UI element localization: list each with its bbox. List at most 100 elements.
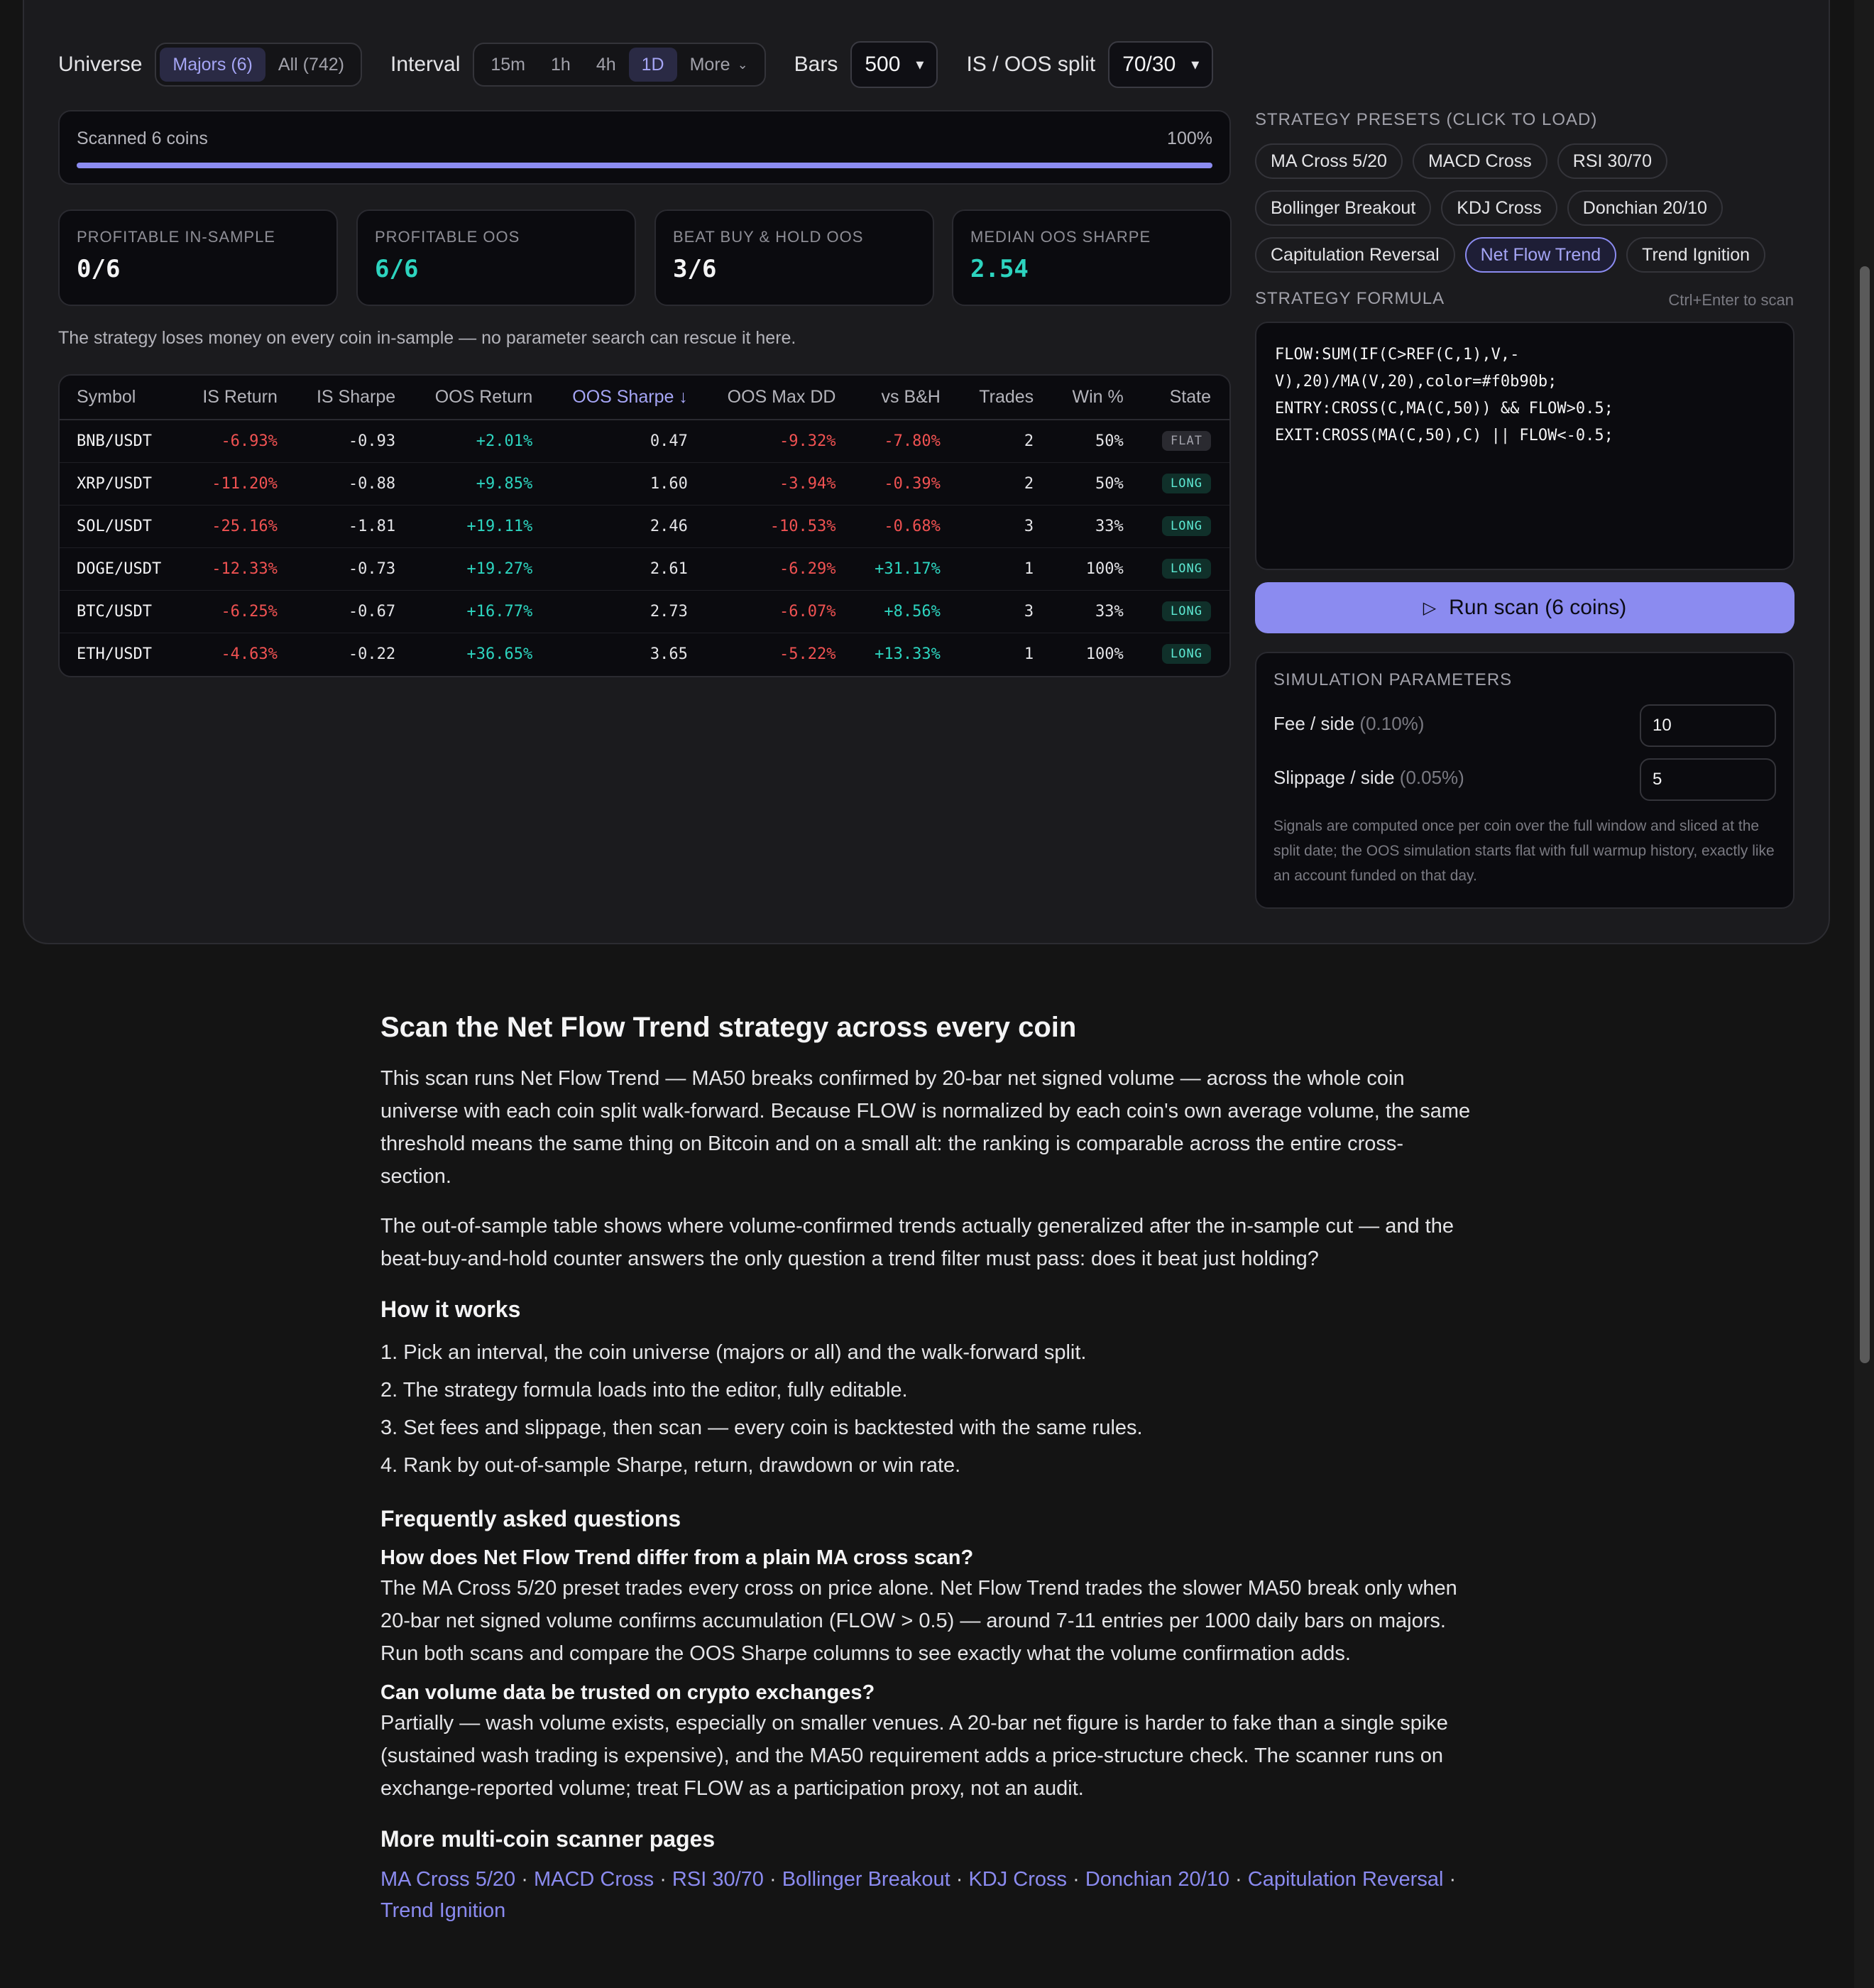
stat-value: 6/6	[375, 255, 419, 283]
article-paragraph: The out-of-sample table shows where volu…	[380, 1215, 1454, 1270]
interval-4h-button[interactable]: 4h	[583, 48, 629, 82]
cell-win: 50%	[1052, 420, 1142, 463]
col-trades[interactable]: Trades	[958, 376, 1053, 420]
interval-15m-button[interactable]: 15m	[478, 48, 538, 82]
fee-input[interactable]: 10	[1640, 704, 1776, 747]
progress-fill	[77, 163, 1212, 168]
faq-title: Frequently asked questions	[380, 1506, 681, 1531]
col-is-return[interactable]: IS Return	[182, 376, 296, 420]
play-icon: ▷	[1423, 598, 1437, 618]
cell-oos-sharpe: 3.65	[650, 645, 688, 663]
link-bollinger-breakout[interactable]: Bollinger Breakout	[782, 1868, 950, 1891]
table-row[interactable]: SOL/USDT -25.16% -1.81 +19.11% 2.46 -10.…	[60, 505, 1229, 548]
link-separator: ·	[654, 1868, 672, 1891]
cell-vs-bh: +8.56%	[854, 590, 959, 633]
link-ma-cross[interactable]: MA Cross 5/20	[380, 1868, 515, 1891]
cell-is-sharpe: -1.81	[295, 505, 415, 548]
interval-1h-button[interactable]: 1h	[538, 48, 583, 82]
col-oos-max-dd[interactable]: OOS Max DD	[706, 376, 855, 420]
list-item: 3. Set fees and slippage, then scan — ev…	[380, 1416, 1143, 1439]
preset-bollinger-breakout[interactable]: Bollinger Breakout	[1255, 190, 1432, 226]
link-separator: ·	[1067, 1868, 1085, 1891]
slippage-label: Slippage / side (0.05%)	[1273, 767, 1464, 789]
cell-oos-max-dd: -10.53%	[706, 505, 855, 548]
preset-donchian[interactable]: Donchian 20/10	[1567, 190, 1723, 226]
run-scan-button[interactable]: ▷ Run scan (6 coins)	[1255, 582, 1794, 633]
cell-symbol: BNB/USDT	[60, 420, 182, 463]
col-oos-return[interactable]: OOS Return	[414, 376, 552, 420]
universe-all-button[interactable]: All (742)	[265, 48, 357, 82]
col-is-sharpe[interactable]: IS Sharpe	[295, 376, 415, 420]
cell-oos-sharpe: 2.61	[551, 547, 706, 591]
cell-vs-bh: -0.68%	[854, 505, 959, 548]
universe-majors-button[interactable]: Majors (6)	[160, 48, 265, 82]
stat-beat-buy-hold: BEAT BUY & HOLD OOS 3/6	[654, 209, 934, 306]
list-item: 1. Pick an interval, the coin universe (…	[380, 1341, 1087, 1364]
cell-vs-bh: -0.39%	[854, 462, 959, 506]
formula-editor[interactable]: FLOW:SUM(IF(C>REF(C,1),V,- V),20)/MA(V,2…	[1255, 322, 1794, 570]
link-rsi[interactable]: RSI 30/70	[672, 1868, 764, 1891]
table-row[interactable]: XRP/USDT -11.20% -0.88 +9.85% 1.60 -3.94…	[60, 462, 1229, 506]
scrollbar-thumb[interactable]	[1860, 266, 1870, 1363]
cell-trades: 1	[958, 547, 1053, 591]
col-state[interactable]: State	[1141, 376, 1229, 420]
cell-oos-sharpe: 2.73	[551, 590, 706, 633]
link-separator: ·	[1229, 1868, 1248, 1891]
col-oos-sharpe[interactable]: OOS Sharpe ↓	[551, 376, 706, 420]
status-badge: FLAT	[1162, 431, 1211, 452]
split-select[interactable]: 70/30 ▾	[1108, 41, 1214, 88]
table-row[interactable]: BTC/USDT -6.25% -0.67 +16.77% 2.73 -6.07…	[60, 590, 1229, 633]
link-kdj-cross[interactable]: KDJ Cross	[968, 1868, 1067, 1891]
cell-trades: 1	[1024, 645, 1034, 663]
link-donchian[interactable]: Donchian 20/10	[1085, 1868, 1229, 1891]
page-scrollbar[interactable]	[1854, 0, 1874, 1988]
stat-label: MEDIAN OOS SHARPE	[970, 228, 1151, 246]
interval-1d-button[interactable]: 1D	[628, 48, 677, 82]
faq-answer: The MA Cross 5/20 preset trades every cr…	[380, 1577, 1457, 1665]
col-vs-bh[interactable]: vs B&H	[854, 376, 959, 420]
preset-rsi[interactable]: RSI 30/70	[1557, 143, 1667, 179]
chevron-down-icon: ⌄	[737, 57, 748, 72]
interval-more-button[interactable]: More ⌄	[677, 48, 761, 82]
interval-toggle: 15m 1h 4h 1D More ⌄	[473, 43, 766, 87]
progress-track	[77, 163, 1212, 168]
preset-trend-ignition[interactable]: Trend Ignition	[1626, 237, 1766, 273]
cell-state: LONG	[1141, 505, 1229, 548]
table-row[interactable]: ETH/USDT -4.63% -0.22 +36.65% 3.65 -5.22…	[60, 633, 1229, 675]
col-win[interactable]: Win %	[1052, 376, 1142, 420]
link-trend-ignition[interactable]: Trend Ignition	[380, 1899, 505, 1922]
scan-progress: Scanned 6 coins 100%	[58, 110, 1231, 185]
link-macd-cross[interactable]: MACD Cross	[534, 1868, 654, 1891]
cell-vs-bh: +13.33%	[875, 645, 941, 663]
formula-line: EXIT:CROSS(MA(C,50),C) || FLOW<-0.5;	[1275, 427, 1613, 444]
progress-percent: 100%	[1167, 129, 1212, 148]
cell-is-sharpe: -0.73	[295, 547, 415, 591]
cell-oos-max-dd: -3.94%	[706, 462, 855, 506]
table-row[interactable]: DOGE/USDT -12.33% -0.73 +19.27% 2.61 -6.…	[60, 547, 1229, 591]
table-row[interactable]: BNB/USDT -6.93% -0.93 +2.01% 0.47 -9.32%…	[60, 420, 1229, 463]
article-paragraph: This scan runs Net Flow Trend — MA50 bre…	[380, 1067, 1471, 1188]
cell-oos-return: +19.11%	[414, 505, 552, 548]
slippage-input[interactable]: 5	[1640, 758, 1776, 801]
universe-label: Universe	[58, 53, 143, 76]
link-capitulation-reversal[interactable]: Capitulation Reversal	[1248, 1868, 1444, 1891]
fee-value: 10	[1653, 716, 1672, 735]
cell-oos-max-dd: -6.29%	[706, 547, 855, 591]
stat-label: PROFITABLE OOS	[375, 228, 520, 246]
faq-question: How does Net Flow Trend differ from a pl…	[380, 1546, 974, 1569]
cell-oos-sharpe: 0.47	[551, 420, 706, 463]
preset-macd-cross[interactable]: MACD Cross	[1412, 143, 1547, 179]
cell-is-return: -6.93%	[182, 420, 296, 463]
preset-kdj-cross[interactable]: KDJ Cross	[1441, 190, 1557, 226]
cell-is-return: -25.16%	[182, 505, 296, 548]
cell-win: 100%	[1052, 547, 1142, 591]
col-symbol[interactable]: Symbol	[60, 376, 182, 420]
preset-capitulation-reversal[interactable]: Capitulation Reversal	[1255, 237, 1455, 273]
preset-ma-cross[interactable]: MA Cross 5/20	[1255, 143, 1403, 179]
cell-symbol: DOGE/USDT	[60, 547, 182, 591]
cell-oos-sharpe: 2.46	[551, 505, 706, 548]
cell-is-return: -4.63%	[221, 645, 278, 663]
preset-net-flow-trend[interactable]: Net Flow Trend	[1464, 237, 1617, 273]
cell-vs-bh: -7.80%	[854, 420, 959, 463]
bars-select[interactable]: 500 ▾	[850, 41, 938, 88]
